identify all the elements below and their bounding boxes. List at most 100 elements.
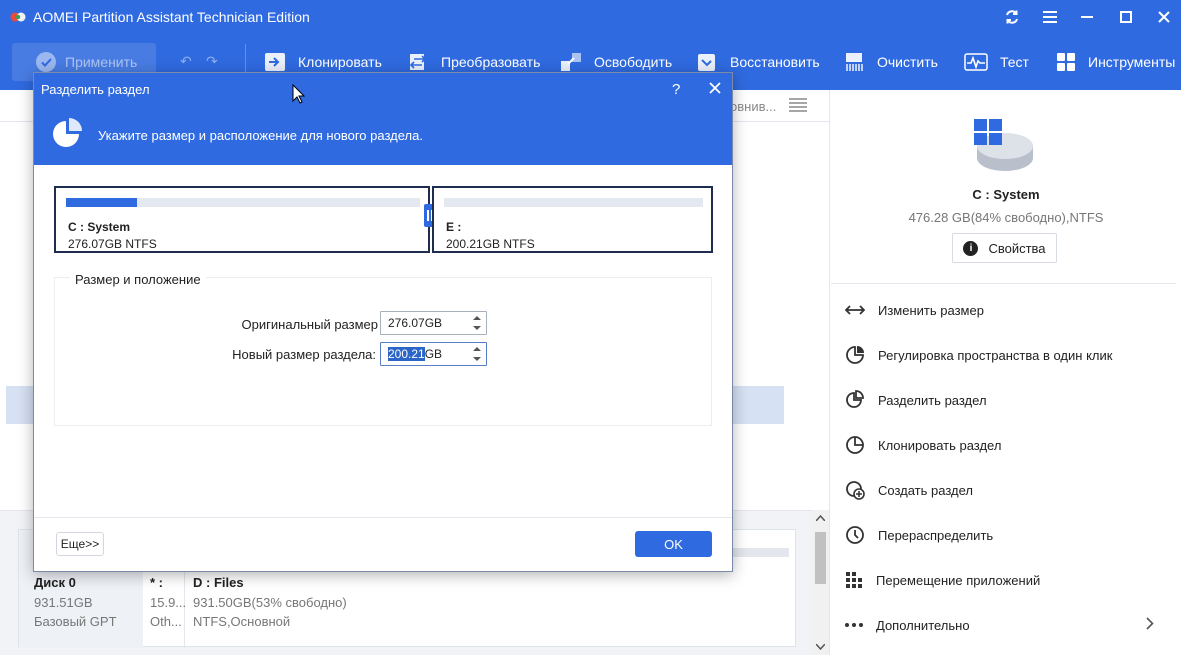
disk-type: Базовый GPT — [34, 614, 117, 629]
op-app-mover[interactable]: Перемещение приложений — [845, 568, 1165, 592]
disk-name: Диск 0 — [34, 575, 76, 590]
stepper-arrows-icon[interactable] — [468, 312, 486, 334]
title-bar: AOMEI Partition Assistant Technician Edi… — [0, 0, 1181, 34]
close-icon — [1158, 11, 1170, 23]
app-mover-icon — [846, 572, 862, 588]
toolbar-recover[interactable]: Восстановить — [696, 50, 820, 74]
new-size-label: Новый размер раздела: — [232, 347, 376, 362]
dialog-close-icon[interactable] — [708, 81, 722, 95]
toolbar-tools[interactable]: Инструменты — [1056, 50, 1175, 74]
scroll-thumb[interactable] — [815, 532, 826, 584]
undo-icon: ↶ — [180, 53, 192, 69]
tools-icon — [1057, 53, 1075, 71]
close-window-button[interactable] — [1152, 6, 1176, 28]
undo-button[interactable]: ↶ — [180, 53, 192, 70]
minimize-button[interactable] — [1075, 6, 1099, 28]
dialog-subtitle: Укажите размер и расположение для нового… — [98, 128, 423, 143]
op-create-partition[interactable]: Создать раздел — [845, 478, 1165, 502]
size-unit: GB — [424, 347, 443, 361]
test-icon — [964, 53, 988, 71]
op-split-partition[interactable]: Разделить раздел — [845, 388, 1165, 412]
split-partition-dialog: Разделить раздел ? Укажите размер и расп… — [33, 72, 733, 572]
apply-label: Применить — [65, 54, 138, 70]
aomei-logo-icon — [10, 12, 26, 22]
maximize-icon — [1120, 11, 1132, 23]
partition-size: 15.9... — [150, 595, 187, 610]
refresh-icon — [1006, 10, 1018, 24]
properties-button[interactable]: i Свойства — [952, 233, 1057, 263]
selected-partition-info: 476.28 GB(84% свободно),NTFS — [908, 210, 1104, 225]
usage-bar — [444, 198, 703, 207]
more-options-button[interactable]: Еще>> — [56, 532, 104, 556]
op-more[interactable]: Дополнительно — [845, 613, 1165, 637]
new-size-stepper[interactable]: 200.21GB — [380, 342, 487, 366]
create-partition-icon — [846, 481, 865, 500]
op-resize[interactable]: Изменить размер — [845, 298, 1165, 322]
app-title: AOMEI Partition Assistant Technician Edi… — [33, 9, 310, 25]
ok-button[interactable]: OK — [635, 531, 712, 557]
toolbar-wipe[interactable]: Очистить — [843, 50, 938, 74]
menu-button[interactable] — [1038, 6, 1062, 28]
pie-chart-icon — [53, 118, 82, 147]
scroll-up-icon[interactable] — [816, 515, 825, 521]
resize-icon — [845, 305, 865, 315]
windows-disk-icon — [974, 119, 1033, 171]
maximize-button[interactable] — [1114, 6, 1138, 28]
panel-divider — [831, 283, 1176, 284]
usage-bar — [66, 198, 420, 207]
op-allocate-space[interactable]: Перераспределить — [845, 523, 1165, 547]
original-size-label: Оригинальный размер — [241, 317, 378, 332]
scroll-down-icon[interactable] — [816, 644, 825, 650]
free-space-icon — [561, 53, 581, 71]
original-size-stepper[interactable]: 276.07GB — [380, 311, 487, 335]
vertical-scrollbar[interactable] — [812, 510, 829, 655]
toolbar-clone[interactable]: Клонировать — [264, 50, 382, 74]
allocate-space-icon — [846, 526, 864, 544]
more-icon — [845, 623, 863, 627]
refresh-button[interactable] — [1000, 6, 1024, 28]
check-icon — [36, 52, 56, 72]
dialog-footer-divider — [34, 517, 732, 518]
partition-size: 276.07GB NTFS — [68, 237, 157, 251]
group-title: Размер и положение — [70, 272, 206, 287]
toolbar-free[interactable]: Освободить — [560, 50, 672, 74]
disk-size: 931.51GB — [34, 595, 93, 610]
stepper-arrows-icon[interactable] — [468, 343, 486, 365]
chevron-right-icon — [1146, 617, 1154, 630]
partition-size: 200.21GB NTFS — [446, 237, 535, 251]
toolbar-test[interactable]: Тест — [964, 50, 1029, 74]
op-one-click-adjust[interactable]: Регулировка пространства в один клик — [845, 343, 1165, 367]
selected-partition-name: C : System — [972, 187, 1040, 202]
view-toggle-icon[interactable] — [789, 98, 807, 112]
partition-name: E : — [446, 220, 462, 234]
properties-panel: C : System 476.28 GB(84% свободно),NTFS … — [831, 90, 1181, 655]
help-button[interactable]: ? — [672, 81, 680, 98]
info-icon: i — [963, 240, 979, 256]
original-size-value: 276.07GB — [388, 316, 443, 330]
dialog-title: Разделить раздел — [41, 82, 150, 97]
convert-icon — [409, 54, 427, 70]
usage-fill — [66, 198, 137, 207]
partition-block-c[interactable]: C : System 276.07GB NTFS — [54, 186, 430, 253]
op-clone-partition[interactable]: Клонировать раздел — [845, 433, 1165, 457]
partition-block-e[interactable]: E : 200.21GB NTFS — [432, 186, 713, 253]
partition-type: Oth... — [150, 614, 182, 629]
partition-type: NTFS,Основной — [193, 614, 291, 629]
toolbar-convert[interactable]: Преобразовать — [407, 50, 540, 74]
minimize-icon — [1081, 16, 1093, 18]
hamburger-menu-icon — [1043, 11, 1057, 23]
split-partition-icon — [846, 390, 864, 408]
partition-name: * : — [150, 575, 163, 590]
new-size-value: 200.21GB — [388, 347, 442, 361]
clone-icon — [265, 53, 285, 71]
redo-icon: ↷ — [206, 53, 218, 69]
redo-button[interactable]: ↷ — [206, 53, 218, 70]
partition-name: D : Files — [193, 575, 244, 590]
help-icon: ? — [672, 81, 681, 98]
mouse-cursor-icon — [292, 84, 305, 104]
column-header: овнив... — [730, 99, 777, 114]
one-click-adjust-icon — [846, 346, 864, 364]
wipe-icon — [846, 53, 863, 71]
dialog-header: Разделить раздел ? Укажите размер и расп… — [34, 73, 732, 165]
selected-text: 200.21 — [388, 347, 425, 361]
